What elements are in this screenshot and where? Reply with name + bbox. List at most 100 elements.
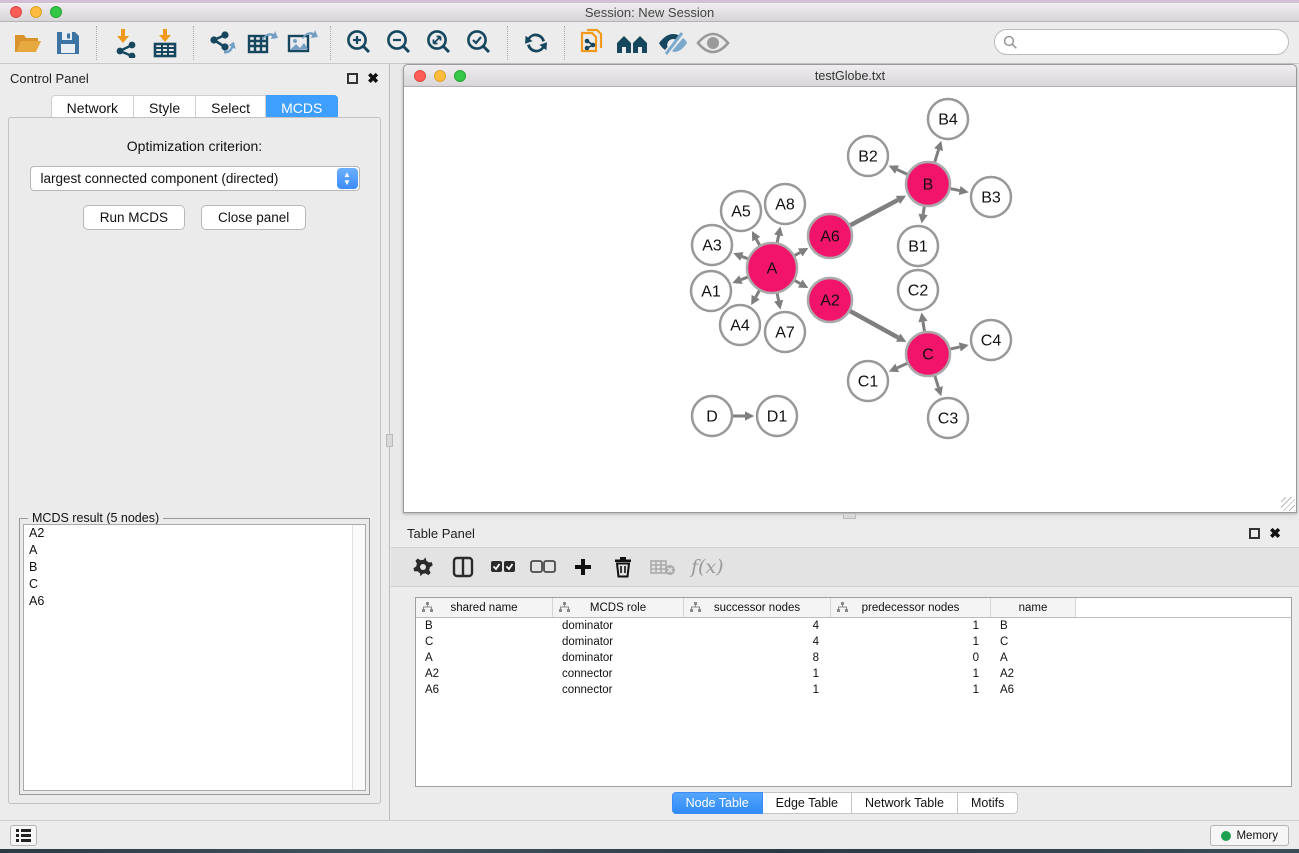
cell-successor-nodes[interactable]: 1: [684, 668, 831, 680]
cell-shared-name[interactable]: A6: [416, 684, 553, 696]
node-B[interactable]: B: [906, 162, 950, 206]
table-row[interactable]: A2connector11A2: [416, 666, 1291, 682]
node-table[interactable]: shared nameMCDS rolesuccessor nodesprede…: [415, 597, 1292, 787]
node-D1[interactable]: D1: [757, 396, 797, 436]
node-C4[interactable]: C4: [971, 320, 1011, 360]
node-A8[interactable]: A8: [765, 184, 805, 224]
cell-MCDS-role[interactable]: dominator: [553, 636, 684, 648]
cell-MCDS-role[interactable]: dominator: [553, 620, 684, 632]
node-A7[interactable]: A7: [765, 312, 805, 352]
save-session-icon[interactable]: [48, 25, 88, 61]
cell-predecessor-nodes[interactable]: 1: [831, 668, 991, 680]
delete-table-icon[interactable]: [645, 551, 681, 583]
run-mcds-button[interactable]: Run MCDS: [83, 205, 185, 230]
tab-motifs[interactable]: Motifs: [958, 792, 1018, 814]
node-C3[interactable]: C3: [928, 398, 968, 438]
table-row[interactable]: A6connector11A6: [416, 682, 1291, 698]
result-item[interactable]: C: [24, 576, 365, 593]
cell-MCDS-role[interactable]: connector: [553, 668, 684, 680]
float-table-panel-icon[interactable]: [1249, 528, 1260, 539]
open-file-icon[interactable]: [8, 25, 48, 61]
zoom-selected-icon[interactable]: [459, 25, 499, 61]
mcds-result-list[interactable]: A2ABCA6: [23, 524, 366, 791]
cell-shared-name[interactable]: A: [416, 652, 553, 664]
select-all-checkboxes-icon[interactable]: [485, 551, 521, 583]
node-C1[interactable]: C1: [848, 361, 888, 401]
node-A6[interactable]: A6: [808, 214, 852, 258]
column-header-MCDS-role[interactable]: MCDS role: [553, 598, 684, 617]
float-panel-icon[interactable]: [347, 73, 358, 84]
cell-MCDS-role[interactable]: dominator: [553, 652, 684, 664]
cell-successor-nodes[interactable]: 8: [684, 652, 831, 664]
node-A3[interactable]: A3: [692, 225, 732, 265]
cell-predecessor-nodes[interactable]: 1: [831, 636, 991, 648]
node-C2[interactable]: C2: [898, 270, 938, 310]
cell-successor-nodes[interactable]: 1: [684, 684, 831, 696]
cell-shared-name[interactable]: C: [416, 636, 553, 648]
column-header-successor-nodes[interactable]: successor nodes: [684, 598, 831, 617]
tab-node-table[interactable]: Node Table: [672, 792, 763, 814]
search-input[interactable]: [994, 29, 1289, 55]
refresh-icon[interactable]: [516, 25, 556, 61]
result-list-scrollbar[interactable]: [352, 525, 365, 790]
column-header-predecessor-nodes[interactable]: predecessor nodes: [831, 598, 991, 617]
table-row[interactable]: Bdominator41B: [416, 618, 1291, 634]
network-graph[interactable]: B4B2BB3A8A5A6A3B1AA1C2A2A4A7C4CC1DD1C3: [404, 87, 1296, 512]
task-history-button[interactable]: [10, 825, 37, 846]
node-C[interactable]: C: [906, 332, 950, 376]
add-column-icon[interactable]: [565, 551, 601, 583]
cell-shared-name[interactable]: A2: [416, 668, 553, 680]
network-window-titlebar[interactable]: testGlobe.txt: [404, 65, 1296, 87]
node-A[interactable]: A: [747, 243, 797, 293]
result-item[interactable]: B: [24, 559, 365, 576]
first-neighbors-icon[interactable]: [613, 25, 653, 61]
node-A4[interactable]: A4: [720, 305, 760, 345]
result-item[interactable]: A6: [24, 593, 365, 610]
optimization-criterion-select[interactable]: largest connected component (directed) ▲…: [30, 166, 360, 191]
close-panel-icon[interactable]: ✖: [367, 71, 379, 85]
node-A5[interactable]: A5: [721, 191, 761, 231]
hide-selection-icon[interactable]: [653, 25, 693, 61]
cell-name[interactable]: A2: [991, 668, 1076, 680]
zoom-in-icon[interactable]: [339, 25, 379, 61]
cell-name[interactable]: A6: [991, 684, 1076, 696]
result-item[interactable]: A: [24, 542, 365, 559]
cell-MCDS-role[interactable]: connector: [553, 684, 684, 696]
node-B4[interactable]: B4: [928, 99, 968, 139]
split-columns-icon[interactable]: [445, 551, 481, 583]
cell-predecessor-nodes[interactable]: 1: [831, 620, 991, 632]
export-table-icon[interactable]: [242, 25, 282, 61]
result-item[interactable]: A2: [24, 525, 365, 542]
export-image-icon[interactable]: [282, 25, 322, 61]
window-titlebar[interactable]: Session: New Session: [0, 3, 1299, 22]
new-network-from-selection-icon[interactable]: [573, 25, 613, 61]
vertical-splitter-handle[interactable]: [386, 434, 393, 447]
tab-edge-table[interactable]: Edge Table: [763, 792, 852, 814]
tab-network-table[interactable]: Network Table: [852, 792, 958, 814]
close-panel-button[interactable]: Close panel: [201, 205, 306, 230]
zoom-fit-icon[interactable]: [419, 25, 459, 61]
delete-column-icon[interactable]: [605, 551, 641, 583]
zoom-out-icon[interactable]: [379, 25, 419, 61]
cell-name[interactable]: A: [991, 652, 1076, 664]
deselect-all-checkboxes-icon[interactable]: [525, 551, 561, 583]
node-D[interactable]: D: [692, 396, 732, 436]
show-all-icon[interactable]: [693, 25, 733, 61]
cell-successor-nodes[interactable]: 4: [684, 620, 831, 632]
apply-function-icon[interactable]: f(x): [685, 551, 730, 583]
cell-name[interactable]: C: [991, 636, 1076, 648]
node-B2[interactable]: B2: [848, 136, 888, 176]
cell-name[interactable]: B: [991, 620, 1076, 632]
cell-predecessor-nodes[interactable]: 0: [831, 652, 991, 664]
node-A1[interactable]: A1: [691, 271, 731, 311]
cell-shared-name[interactable]: B: [416, 620, 553, 632]
network-canvas[interactable]: B4B2BB3A8A5A6A3B1AA1C2A2A4A7C4CC1DD1C3: [404, 87, 1296, 512]
column-header-name[interactable]: name: [991, 598, 1076, 617]
cell-predecessor-nodes[interactable]: 1: [831, 684, 991, 696]
table-settings-icon[interactable]: [405, 551, 441, 583]
import-network-icon[interactable]: [105, 25, 145, 61]
column-header-shared-name[interactable]: shared name: [416, 598, 553, 617]
window-resize-grip[interactable]: [1281, 497, 1295, 511]
horizontal-splitter-handle[interactable]: [843, 513, 856, 519]
import-table-icon[interactable]: [145, 25, 185, 61]
